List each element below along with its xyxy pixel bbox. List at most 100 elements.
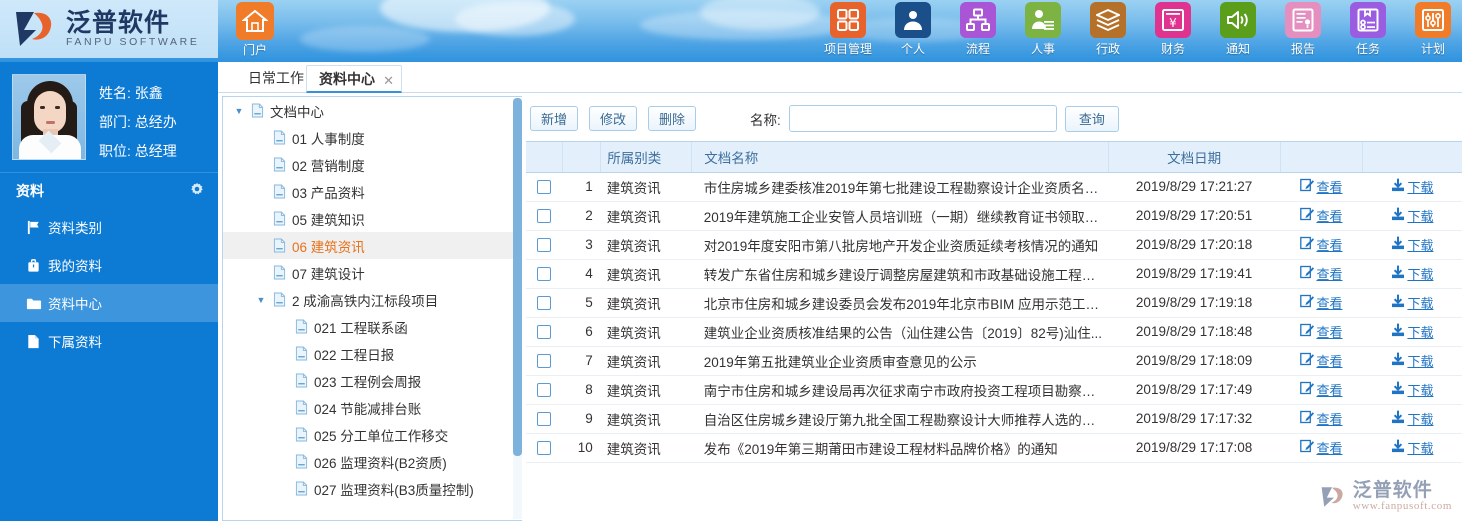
- row-view-cell[interactable]: 查看: [1280, 404, 1363, 434]
- tree-node-10[interactable]: 023 工程例会周报: [223, 367, 522, 394]
- sidebar-item-3[interactable]: 下属资料: [0, 322, 218, 360]
- row-checkbox[interactable]: [537, 412, 552, 427]
- row-checkbox-cell[interactable]: [526, 230, 563, 260]
- row-download-cell[interactable]: 下载: [1362, 201, 1462, 231]
- row-download-cell[interactable]: 下载: [1362, 317, 1462, 347]
- row-checkbox-cell[interactable]: [526, 259, 563, 289]
- view-link[interactable]: 查看: [1300, 177, 1342, 196]
- view-link[interactable]: 查看: [1300, 438, 1342, 457]
- close-icon[interactable]: ✕: [383, 67, 394, 94]
- table-row[interactable]: 9 建筑资讯 自治区住房城乡建设厅第九批全国工程勘察设计大师推荐人选的公示 2019/…: [526, 404, 1462, 434]
- module-speaker[interactable]: 通知: [1209, 2, 1267, 57]
- row-checkbox-cell[interactable]: [526, 375, 563, 405]
- row-view-cell[interactable]: 查看: [1280, 346, 1363, 376]
- gear-icon[interactable]: [190, 182, 204, 199]
- download-label[interactable]: 下载: [1407, 206, 1433, 225]
- row-checkbox[interactable]: [537, 238, 552, 253]
- download-label[interactable]: 下载: [1407, 438, 1433, 457]
- tree-node-4[interactable]: 05 建筑知识: [223, 205, 522, 232]
- module-person-badge[interactable]: 个人: [884, 2, 942, 57]
- module-sliders[interactable]: 计划: [1404, 2, 1462, 57]
- view-link[interactable]: 查看: [1300, 380, 1342, 399]
- row-view-cell[interactable]: 查看: [1280, 433, 1363, 463]
- row-download-cell[interactable]: 下载: [1362, 230, 1462, 260]
- view-link[interactable]: 查看: [1300, 409, 1342, 428]
- tab-document-center[interactable]: 资料中心 ✕: [306, 65, 402, 93]
- table-row[interactable]: 7 建筑资讯 2019年第五批建筑业企业资质审查意见的公示 2019/8/29 17:…: [526, 346, 1462, 376]
- download-link[interactable]: 下载: [1391, 206, 1433, 225]
- row-checkbox[interactable]: [537, 441, 552, 456]
- module-yuan-book[interactable]: ¥ 财务: [1144, 2, 1202, 57]
- view-link[interactable]: 查看: [1300, 322, 1342, 341]
- tree-node-1[interactable]: 01 人事制度: [223, 124, 522, 151]
- row-download-cell[interactable]: 下载: [1362, 433, 1462, 463]
- add-button[interactable]: 新增: [530, 106, 579, 131]
- view-link[interactable]: 查看: [1300, 264, 1342, 283]
- view-label[interactable]: 查看: [1316, 177, 1342, 196]
- download-link[interactable]: 下载: [1391, 293, 1433, 312]
- row-view-cell[interactable]: 查看: [1280, 317, 1363, 347]
- row-checkbox[interactable]: [537, 180, 552, 195]
- table-row[interactable]: 4 建筑资讯 转发广东省住房和城乡建设厅调整房屋建筑和市政基础设施工程施... 201…: [526, 259, 1462, 289]
- download-label[interactable]: 下载: [1407, 235, 1433, 254]
- table-row[interactable]: 1 建筑资讯 市住房城乡建委核准2019年第七批建设工程勘察设计企业资质名单... 2…: [526, 172, 1462, 202]
- tree-scrollbar-thumb[interactable]: [513, 98, 522, 456]
- sidebar-item-0[interactable]: 资料类别: [0, 208, 218, 246]
- row-download-cell[interactable]: 下载: [1362, 375, 1462, 405]
- download-link[interactable]: 下载: [1391, 235, 1433, 254]
- tree-node-8[interactable]: 021 工程联系函: [223, 313, 522, 340]
- view-label[interactable]: 查看: [1316, 264, 1342, 283]
- module-report-mic[interactable]: 报告: [1274, 2, 1332, 57]
- row-view-cell[interactable]: 查看: [1280, 375, 1363, 405]
- row-view-cell[interactable]: 查看: [1280, 259, 1363, 289]
- row-download-cell[interactable]: 下载: [1362, 172, 1462, 202]
- module-layers[interactable]: 行政: [1079, 2, 1137, 57]
- view-label[interactable]: 查看: [1316, 438, 1342, 457]
- view-label[interactable]: 查看: [1316, 351, 1342, 370]
- table-row[interactable]: 2 建筑资讯 2019年建筑施工企业安管人员培训班（一期）继续教育证书领取通知 201…: [526, 201, 1462, 231]
- table-row[interactable]: 8 建筑资讯 南宁市住房和城乡建设局再次征求南宁市政府投资工程项目勘察设... 201…: [526, 375, 1462, 405]
- table-row[interactable]: 6 建筑资讯 建筑业企业资质核准结果的公告（汕住建公告〔2019〕82号)汕住...…: [526, 317, 1462, 347]
- download-link[interactable]: 下载: [1391, 438, 1433, 457]
- row-checkbox[interactable]: [537, 383, 552, 398]
- view-label[interactable]: 查看: [1316, 380, 1342, 399]
- tree-node-14[interactable]: 027 监理资料(B3质量控制): [223, 475, 522, 502]
- query-button[interactable]: 查询: [1064, 105, 1119, 132]
- row-download-cell[interactable]: 下载: [1362, 288, 1462, 318]
- module-person-list[interactable]: 人事: [1014, 2, 1072, 57]
- download-label[interactable]: 下载: [1407, 380, 1433, 399]
- row-download-cell[interactable]: 下载: [1362, 259, 1462, 289]
- view-label[interactable]: 查看: [1316, 322, 1342, 341]
- row-checkbox[interactable]: [537, 354, 552, 369]
- chevron-down-icon[interactable]: ▼: [231, 106, 247, 116]
- tree-node-7[interactable]: ▼ 2 成渝高铁内江标段项目: [223, 286, 522, 313]
- row-download-cell[interactable]: 下载: [1362, 404, 1462, 434]
- download-link[interactable]: 下载: [1391, 409, 1433, 428]
- view-link[interactable]: 查看: [1300, 293, 1342, 312]
- table-row[interactable]: 3 建筑资讯 对2019年度安阳市第八批房地产开发企业资质延续考核情况的通知 2019…: [526, 230, 1462, 260]
- tree-node-12[interactable]: 025 分工单位工作移交: [223, 421, 522, 448]
- tree-node-11[interactable]: 024 节能减排台账: [223, 394, 522, 421]
- row-checkbox-cell[interactable]: [526, 172, 563, 202]
- view-link[interactable]: 查看: [1300, 206, 1342, 225]
- row-checkbox-cell[interactable]: [526, 288, 563, 318]
- download-link[interactable]: 下载: [1391, 264, 1433, 283]
- row-view-cell[interactable]: 查看: [1280, 288, 1363, 318]
- row-checkbox[interactable]: [537, 325, 552, 340]
- tree-scrollbar[interactable]: [513, 98, 522, 519]
- view-link[interactable]: 查看: [1300, 235, 1342, 254]
- row-checkbox-cell[interactable]: [526, 201, 563, 231]
- download-label[interactable]: 下载: [1407, 177, 1433, 196]
- table-row[interactable]: 5 建筑资讯 北京市住房和城乡建设委员会发布2019年北京市BIM 应用示范工程..…: [526, 288, 1462, 318]
- download-link[interactable]: 下载: [1391, 322, 1433, 341]
- row-checkbox-cell[interactable]: [526, 317, 563, 347]
- tree-node-2[interactable]: 02 营销制度: [223, 151, 522, 178]
- row-checkbox[interactable]: [537, 296, 552, 311]
- row-view-cell[interactable]: 查看: [1280, 172, 1363, 202]
- sidebar-item-1[interactable]: 我的资料: [0, 246, 218, 284]
- tab-daily-work[interactable]: 日常工作: [236, 65, 316, 93]
- row-checkbox-cell[interactable]: [526, 404, 563, 434]
- module-task-board[interactable]: 任务: [1339, 2, 1397, 57]
- row-view-cell[interactable]: 查看: [1280, 201, 1363, 231]
- view-label[interactable]: 查看: [1316, 206, 1342, 225]
